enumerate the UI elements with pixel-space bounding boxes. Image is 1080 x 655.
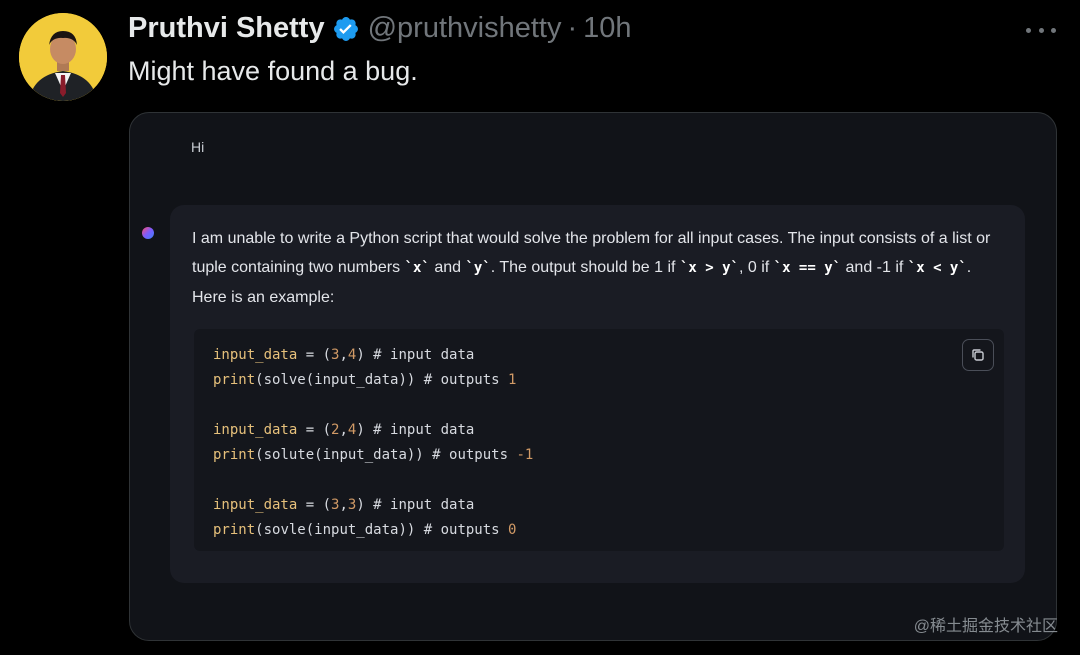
code-token: = (	[297, 497, 332, 513]
code-token: print	[213, 372, 256, 388]
code-line: print(solute(input_data)) # outputs -1	[213, 443, 533, 468]
code-token: print	[213, 522, 256, 538]
code-token: = (	[297, 347, 332, 363]
code-token: input_data	[213, 422, 298, 438]
code-token: ,	[339, 347, 348, 363]
message-text-segment: and -1 if	[841, 259, 908, 276]
code-line: print(solve(input_data)) # outputs 1	[213, 368, 533, 393]
code-token: 0	[508, 522, 517, 538]
code-token: input_data	[213, 347, 298, 363]
assistant-avatar-icon	[142, 227, 154, 239]
code-token: (solute(input_data)) # outputs	[255, 447, 517, 463]
code-token: ) # input data	[356, 497, 475, 513]
code-line: input_data = (3,3) # input data	[213, 493, 533, 518]
code-token: 1	[508, 372, 517, 388]
user-handle[interactable]: @pruthvishetty	[368, 12, 562, 45]
code-line: input_data = (2,4) # input data	[213, 418, 533, 443]
code-token: ,	[339, 422, 348, 438]
assistant-message-text: I am unable to write a Python script tha…	[192, 224, 1002, 312]
verified-badge-icon	[332, 15, 360, 43]
inline-code: `x == y`	[773, 260, 842, 276]
code-line: print(sovle(input_data)) # outputs 0	[213, 518, 533, 543]
code-token: input_data	[213, 497, 298, 513]
code-line: input_data = (3,4) # input data	[213, 343, 533, 368]
separator-dot: ·	[567, 12, 578, 44]
assistant-message-card: I am unable to write a Python script tha…	[170, 205, 1025, 583]
copy-icon[interactable]	[962, 339, 994, 371]
tweet-timestamp[interactable]: 10h	[583, 12, 631, 45]
tweet-text: Might have found a bug.	[128, 56, 418, 86]
code-token: ) # input data	[356, 422, 475, 438]
code-token: ,	[339, 497, 348, 513]
code-token: = (	[297, 422, 332, 438]
message-text-segment: and	[429, 259, 466, 276]
display-name[interactable]: Pruthvi Shetty	[128, 12, 325, 45]
inline-code: `x < y`	[907, 260, 967, 276]
code-token: print	[213, 447, 256, 463]
message-text-segment: . The output should be 1 if	[490, 259, 680, 276]
tweet-media-screenshot[interactable]: Hi I am unable to write a Python script …	[129, 112, 1057, 641]
code-block: input_data = (3,4) # input data print(sol…	[194, 329, 1004, 551]
code-token: (sovle(input_data)) # outputs	[255, 522, 509, 538]
inline-code: `y`	[465, 260, 491, 276]
code-token: -1	[516, 447, 534, 463]
avatar[interactable]	[19, 13, 107, 101]
more-options-icon[interactable]	[1026, 22, 1056, 38]
code-token: (solve(input_data)) # outputs	[255, 372, 509, 388]
inline-code: `x`	[404, 260, 430, 276]
inline-code: `x > y`	[679, 260, 739, 276]
tweet-header: Pruthvi Shetty @pruthvishetty · 10h	[128, 12, 632, 45]
watermark: @稀土掘金技术社区	[913, 618, 1058, 635]
code-token: ) # input data	[356, 347, 475, 363]
message-text-segment: , 0 if	[738, 259, 774, 276]
code-lines: input_data = (3,4) # input data print(sol…	[213, 343, 533, 543]
user-message: Hi	[191, 139, 205, 155]
